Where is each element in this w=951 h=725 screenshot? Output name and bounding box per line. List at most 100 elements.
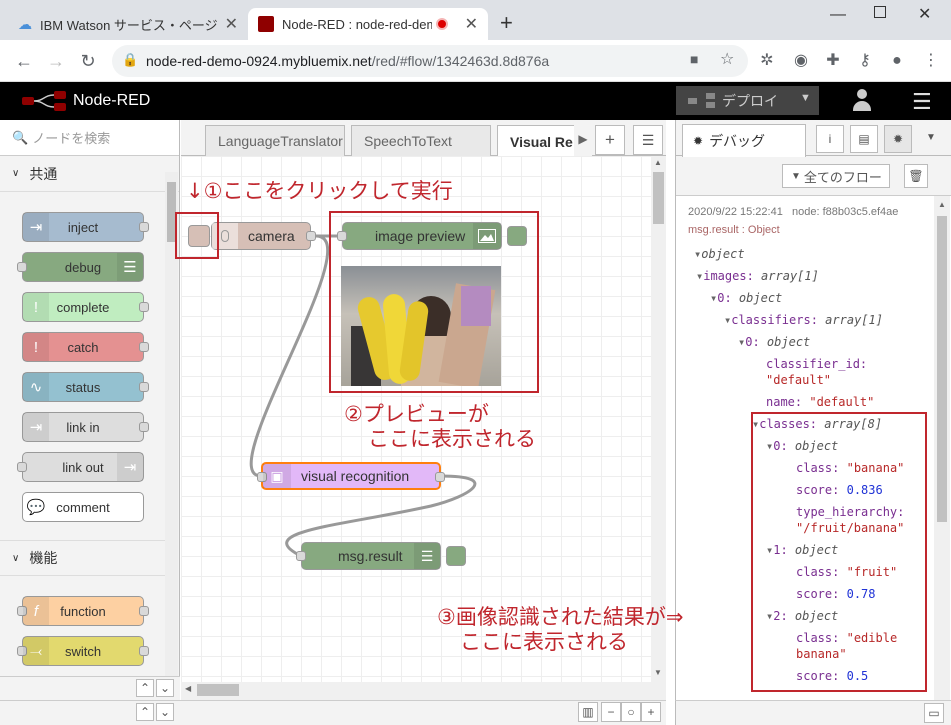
msg-result-node[interactable]: msg.result ☰ [296, 542, 466, 570]
palette-node-debug[interactable]: debug ☰ [17, 252, 144, 282]
main-menu-icon[interactable]: ☰ [912, 89, 932, 115]
zoom-in-button[interactable]: + [641, 702, 661, 722]
output-port[interactable] [139, 222, 149, 232]
sidebar-tabs: ✹ デバッグ i ▤ ✹ ▼ [676, 120, 951, 157]
close-tab-icon[interactable]: ✕ [225, 14, 238, 34]
debug-toggle-button[interactable] [446, 546, 466, 566]
chevron-down-icon[interactable]: ▼ [926, 132, 936, 143]
back-icon[interactable]: ← [12, 49, 36, 73]
category-function[interactable]: ∨ 機能 [0, 540, 165, 576]
tree-classifiers[interactable]: ▾classifiers: array[1] [724, 313, 883, 327]
expand-categories-icon[interactable]: ⌄ [156, 703, 174, 721]
scroll-tabs-right-icon[interactable]: ▶ [574, 125, 592, 156]
category-common[interactable]: ∨ 共通 [0, 156, 179, 192]
alert-icon: ! [23, 293, 49, 321]
chevron-down-icon: ∨ [12, 552, 20, 564]
palette-node-link-in[interactable]: ⇥ link in [22, 412, 149, 442]
tree-images[interactable]: ▾images: array[1] [696, 269, 819, 283]
deploy-button[interactable]: デプロイ ▼ [676, 86, 819, 115]
palette-node-switch[interactable]: ⤙ switch [17, 636, 149, 666]
palette-node-label: debug [64, 259, 102, 275]
collapse-categories-icon[interactable]: ⌃ [136, 703, 154, 721]
star-icon[interactable]: ☆ [720, 49, 734, 69]
line-extension-icon[interactable]: ◉ [790, 50, 812, 72]
palette-node-link-out[interactable]: link out ⇥ [17, 452, 144, 482]
close-tab-icon[interactable]: ✕ [465, 14, 478, 34]
tab-debug[interactable]: ✹ デバッグ [682, 124, 806, 157]
profile-icon[interactable]: ● [886, 50, 908, 72]
map-icon[interactable]: ▥ [578, 702, 598, 722]
minimize-window-icon[interactable]: — [830, 6, 846, 24]
input-port[interactable] [296, 551, 306, 561]
flow-list-icon[interactable]: ☰ [633, 125, 663, 155]
palette-node-inject[interactable]: ⇥ inject [22, 212, 149, 242]
extensions-icon[interactable]: ✚ [822, 50, 844, 72]
output-port[interactable] [435, 472, 445, 482]
collapse-all-icon[interactable]: ⌃ [136, 679, 154, 697]
visual-recognition-node[interactable]: ▣ visual recognition [257, 462, 445, 490]
expand-all-icon[interactable]: ⌄ [156, 679, 174, 697]
chevron-down-icon[interactable]: ▼ [800, 92, 811, 104]
output-port[interactable] [306, 231, 316, 241]
filter-flows-button[interactable]: ▼ 全てのフロー [782, 164, 890, 188]
user-icon[interactable] [852, 89, 872, 111]
workspace-footer: ▥ − ○ + [181, 700, 666, 725]
browser-tab-watson[interactable]: ☁ IBM Watson サービス・ページ ✕ [8, 8, 248, 40]
info-icon[interactable]: i [816, 125, 844, 153]
popout-icon[interactable]: ▭ [924, 703, 944, 723]
tree-classifiers-0[interactable]: ▾0: object [738, 335, 810, 349]
output-port[interactable] [139, 606, 149, 616]
annotation-step1: ↓①ここをクリックして実行 [186, 179, 453, 203]
input-port[interactable] [17, 262, 27, 272]
address-bar[interactable]: 🔒 node-red-demo-0924.mybluemix.net/red/#… [112, 45, 748, 77]
palette-node-label: complete [56, 299, 110, 315]
input-port[interactable] [17, 462, 27, 472]
palette-node-function[interactable]: f function [17, 596, 149, 626]
zoom-reset-button[interactable]: ○ [621, 702, 641, 722]
reload-icon[interactable]: ↻ [76, 49, 100, 73]
zoom-out-button[interactable]: − [601, 702, 621, 722]
forward-icon[interactable]: → [44, 49, 68, 73]
palette-node-comment[interactable]: 💬 comment [22, 492, 144, 522]
key-icon[interactable]: ⚷ [854, 50, 876, 72]
palette-search-input[interactable]: 🔍 ノードを検索 [0, 120, 179, 156]
tab-visual-recognition[interactable]: Visual Re [497, 125, 577, 157]
output-port[interactable] [139, 302, 149, 312]
camera-icon[interactable]: ■ [690, 51, 698, 67]
nodered-logo-icon [22, 91, 66, 111]
sidebar-scrollbar[interactable]: ▲ [934, 196, 950, 700]
palette-node-catch[interactable]: ! catch [22, 332, 149, 362]
menu-dots-icon[interactable]: ⋮ [920, 50, 942, 72]
output-port[interactable] [139, 422, 149, 432]
trash-icon[interactable]: 🗑 [904, 164, 928, 188]
palette-node-complete[interactable]: ! complete [22, 292, 149, 322]
tab-language-translator[interactable]: LanguageTranslator [205, 125, 345, 156]
link-out-icon: ⇥ [117, 453, 143, 481]
palette-node-label: function [60, 603, 106, 619]
tab-speech-to-text[interactable]: SpeechToText [351, 125, 491, 156]
sidebar-footer: ▭ [675, 700, 951, 725]
visual-recognition-icon: ▣ [263, 464, 291, 488]
add-flow-button[interactable]: + [595, 125, 625, 155]
tree-images-0[interactable]: ▾0: object [710, 291, 782, 305]
camera-node[interactable]: camera [188, 222, 316, 250]
tree-root[interactable]: ▾object [694, 247, 745, 261]
extension-puzzle-icon[interactable]: ✲ [756, 50, 778, 72]
browser-tab-nodered[interactable]: Node-RED : node-red-demo ✕ [248, 8, 488, 40]
help-book-icon[interactable]: ▤ [850, 125, 878, 153]
maximize-window-icon[interactable] [874, 6, 886, 18]
close-window-icon[interactable]: ✕ [918, 4, 931, 24]
output-port[interactable] [139, 342, 149, 352]
app-title: Node-RED [73, 92, 151, 109]
output-port[interactable] [139, 646, 149, 656]
debug-bug-icon[interactable]: ✹ [884, 125, 912, 153]
palette-common-list: ⇥ inject debug ☰ ! complete ! catch ∿ st… [0, 192, 165, 540]
canvas-horizontal-scrollbar[interactable]: ◀ [181, 682, 666, 700]
bug-icon: ✹ [693, 134, 704, 148]
link-in-icon: ⇥ [23, 413, 49, 441]
output-port[interactable] [139, 382, 149, 392]
browser-tab-bar: ☁ IBM Watson サービス・ページ ✕ Node-RED : node-… [0, 0, 951, 40]
tab-label: デバッグ [709, 133, 766, 149]
new-tab-button[interactable]: + [500, 10, 513, 36]
palette-node-status[interactable]: ∿ status [22, 372, 149, 402]
